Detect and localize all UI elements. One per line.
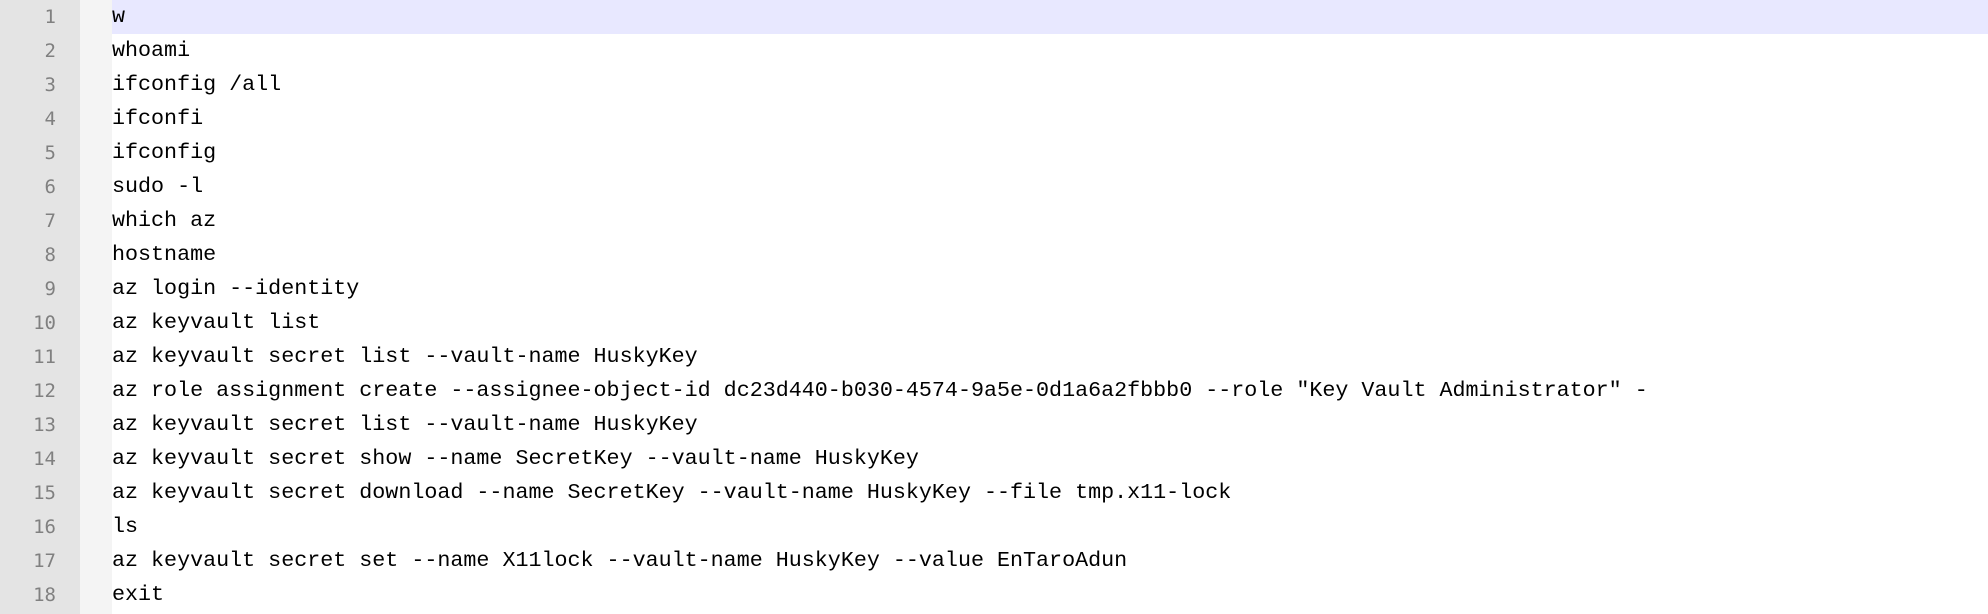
line-number: 13 xyxy=(33,414,56,436)
editor-line[interactable]: 7 which az xyxy=(0,204,1988,238)
line-number: 16 xyxy=(33,516,56,538)
line-number: 5 xyxy=(44,142,56,164)
line-number: 1 xyxy=(44,6,56,28)
line-number: 9 xyxy=(44,278,56,300)
editor-line[interactable]: 3 ifconfig /all xyxy=(0,68,1988,102)
line-text[interactable]: az keyvault secret list --vault-name Hus… xyxy=(112,408,698,442)
line-text[interactable]: az keyvault secret show --name SecretKey… xyxy=(112,442,919,476)
line-text[interactable]: ls xyxy=(112,510,138,544)
editor-line[interactable]: 9 az login --identity xyxy=(0,272,1988,306)
editor-line[interactable]: 17 az keyvault secret set --name X11lock… xyxy=(0,544,1988,578)
line-text[interactable]: az keyvault secret download --name Secre… xyxy=(112,476,1231,510)
line-number: 15 xyxy=(33,482,56,504)
editor-line[interactable]: 10 az keyvault list xyxy=(0,306,1988,340)
text-editor[interactable]: 1 w 2 whoami 3 ifconfig /all 4 ifconfi 5… xyxy=(0,0,1988,614)
line-text[interactable]: exit xyxy=(112,578,164,612)
line-text[interactable]: az keyvault list xyxy=(112,306,320,340)
editor-lines: 1 w 2 whoami 3 ifconfig /all 4 ifconfi 5… xyxy=(0,0,1988,612)
line-number: 18 xyxy=(33,584,56,606)
line-number: 10 xyxy=(33,312,56,334)
line-number: 14 xyxy=(33,448,56,470)
editor-line[interactable]: 4 ifconfi xyxy=(0,102,1988,136)
line-text[interactable]: ifconfig /all xyxy=(112,68,281,102)
line-text[interactable]: az login --identity xyxy=(112,272,359,306)
line-number: 3 xyxy=(44,74,56,96)
line-text[interactable]: hostname xyxy=(112,238,216,272)
editor-line[interactable]: 8 hostname xyxy=(0,238,1988,272)
editor-line[interactable]: 12 az role assignment create --assignee-… xyxy=(0,374,1988,408)
editor-line[interactable]: 14 az keyvault secret show --name Secret… xyxy=(0,442,1988,476)
line-text[interactable]: az role assignment create --assignee-obj… xyxy=(112,374,1648,408)
line-number: 11 xyxy=(33,346,56,368)
line-text[interactable]: ifconfig xyxy=(112,136,216,170)
line-text[interactable]: az keyvault secret list --vault-name Hus… xyxy=(112,340,698,374)
line-text[interactable]: which az xyxy=(112,204,216,238)
editor-line[interactable]: 11 az keyvault secret list --vault-name … xyxy=(0,340,1988,374)
line-text[interactable]: ifconfi xyxy=(112,102,203,136)
line-number: 12 xyxy=(33,380,56,402)
line-number: 4 xyxy=(44,108,56,130)
editor-line[interactable]: 1 w xyxy=(0,0,1988,34)
line-text[interactable]: whoami xyxy=(112,34,190,68)
current-line-highlight xyxy=(112,0,1988,34)
line-number: 17 xyxy=(33,550,56,572)
line-number: 2 xyxy=(44,40,56,62)
line-number: 6 xyxy=(44,176,56,198)
editor-line[interactable]: 15 az keyvault secret download --name Se… xyxy=(0,476,1988,510)
line-number: 7 xyxy=(44,210,56,232)
editor-line[interactable]: 5 ifconfig xyxy=(0,136,1988,170)
editor-line[interactable]: 6 sudo -l xyxy=(0,170,1988,204)
line-text[interactable]: w xyxy=(112,0,125,34)
line-text[interactable]: az keyvault secret set --name X11lock --… xyxy=(112,544,1127,578)
editor-line[interactable]: 2 whoami xyxy=(0,34,1988,68)
line-number: 8 xyxy=(44,244,56,266)
editor-line[interactable]: 16 ls xyxy=(0,510,1988,544)
line-text[interactable]: sudo -l xyxy=(112,170,203,204)
editor-line[interactable]: 13 az keyvault secret list --vault-name … xyxy=(0,408,1988,442)
editor-line[interactable]: 18 exit xyxy=(0,578,1988,612)
